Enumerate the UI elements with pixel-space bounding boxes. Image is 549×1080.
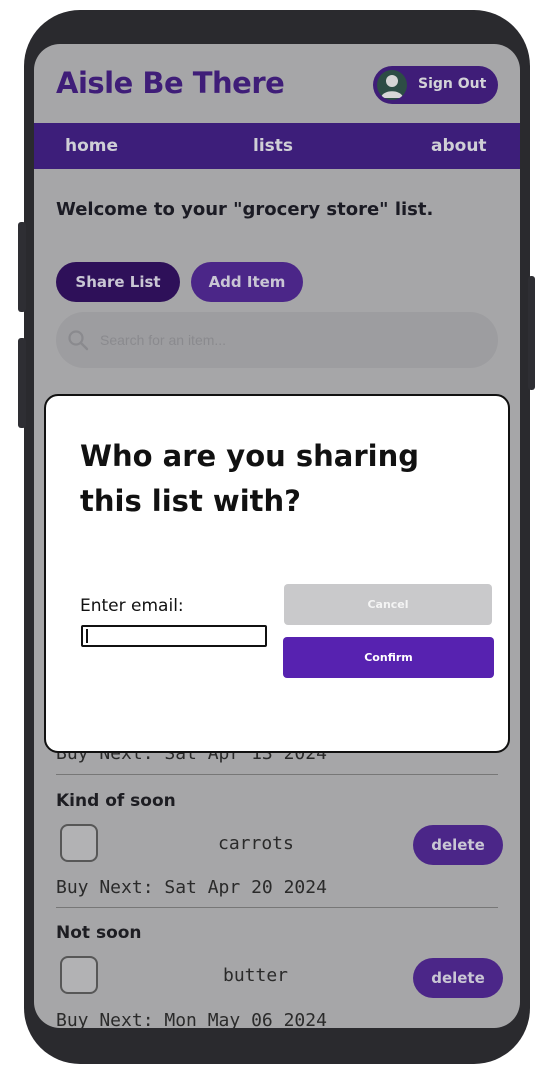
- group-title-not-soon: Not soon: [56, 923, 142, 943]
- cancel-button[interactable]: Cancel: [284, 584, 492, 625]
- item-divider: [56, 907, 498, 908]
- delete-button-carrots[interactable]: delete: [413, 825, 503, 865]
- search-input[interactable]: [100, 328, 480, 352]
- nav-bar: home lists about: [34, 123, 520, 169]
- sign-out-label: Sign Out: [418, 76, 487, 92]
- user-icon: [377, 70, 407, 100]
- item-checkbox-carrots[interactable]: [60, 824, 98, 862]
- sign-out-button[interactable]: Sign Out: [373, 66, 498, 104]
- search-bar[interactable]: [56, 312, 498, 368]
- share-list-modal: Who are you sharing this list with? Ente…: [44, 394, 510, 753]
- item-name-butter: butter: [223, 965, 289, 986]
- welcome-heading: Welcome to your "grocery store" list.: [56, 199, 434, 220]
- confirm-button[interactable]: Confirm: [283, 637, 494, 678]
- nav-home[interactable]: home: [65, 136, 118, 156]
- phone-power-button: [528, 276, 535, 390]
- item-divider: [56, 774, 498, 775]
- item-buy-next-carrots: Buy Next: Sat Apr 20 2024: [56, 877, 327, 898]
- search-icon: [68, 330, 89, 351]
- modal-title: Who are you sharing this list with?: [80, 439, 419, 518]
- item-buy-next-butter: Buy Next: Mon May 06 2024: [56, 1010, 327, 1028]
- email-field[interactable]: [81, 625, 267, 647]
- item-checkbox-butter[interactable]: [60, 956, 98, 994]
- nav-lists[interactable]: lists: [253, 136, 293, 156]
- text-caret: [86, 629, 88, 643]
- email-label: Enter email:: [80, 596, 184, 616]
- share-list-button[interactable]: Share List: [56, 262, 180, 302]
- phone-volume-up: [18, 222, 26, 312]
- app-title: Aisle Be There: [56, 66, 285, 100]
- nav-about[interactable]: about: [431, 136, 487, 156]
- item-name-carrots: carrots: [218, 833, 294, 854]
- delete-button-butter[interactable]: delete: [413, 958, 503, 998]
- add-item-button[interactable]: Add Item: [191, 262, 303, 302]
- group-title-kind-of-soon: Kind of soon: [56, 791, 176, 811]
- phone-volume-down: [18, 338, 26, 428]
